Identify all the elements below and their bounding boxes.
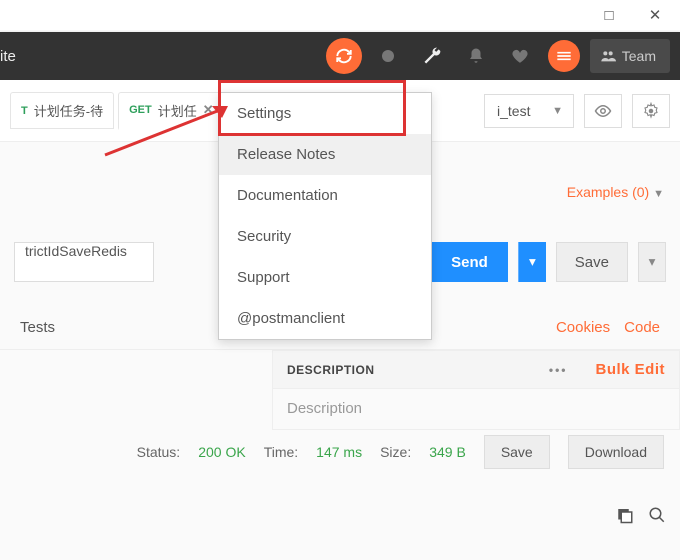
method-badge: GET xyxy=(129,104,152,116)
menu-item-security[interactable]: Security xyxy=(219,216,431,257)
save-dropdown[interactable]: ▾ xyxy=(638,242,666,282)
tab-label: 计划任 xyxy=(158,101,197,120)
examples-link[interactable]: Examples (0) ▼ xyxy=(567,184,664,200)
wrench-menu: Settings Release Notes Documentation Sec… xyxy=(218,92,432,340)
satellite-icon[interactable] xyxy=(370,38,406,74)
environment-preview-icon[interactable] xyxy=(584,94,622,128)
request-tab[interactable]: GET 计划任 ✕ xyxy=(118,92,225,130)
status-label: Status: xyxy=(137,444,181,460)
save-button[interactable]: Save xyxy=(556,242,628,282)
team-label: Team xyxy=(622,48,656,64)
menu-item-support[interactable]: Support xyxy=(219,257,431,298)
response-status-row: Status: 200 OK Time: 147 ms Size: 349 B … xyxy=(0,430,680,474)
menu-item-twitter[interactable]: @postmanclient xyxy=(219,298,431,339)
chevron-down-icon: ▼ xyxy=(653,188,664,200)
time-label: Time: xyxy=(264,444,298,460)
team-button[interactable]: Team xyxy=(590,39,670,73)
environment-value: i_test xyxy=(497,103,530,119)
environment-settings-icon[interactable] xyxy=(632,94,670,128)
menu-item-documentation[interactable]: Documentation xyxy=(219,175,431,216)
request-url-input[interactable]: trictIdSaveRedis xyxy=(14,242,154,282)
code-link[interactable]: Code xyxy=(624,319,660,336)
search-icon[interactable] xyxy=(648,506,666,524)
wrench-icon[interactable] xyxy=(414,38,450,74)
bell-icon[interactable] xyxy=(458,38,494,74)
menu-item-settings[interactable]: Settings xyxy=(219,93,431,134)
response-download-button[interactable]: Download xyxy=(568,435,664,469)
close-icon[interactable]: ✕ xyxy=(203,102,214,118)
invite-button[interactable]: ite xyxy=(0,32,30,80)
heart-icon[interactable] xyxy=(502,38,538,74)
chevron-down-icon: ▼ xyxy=(552,105,563,117)
response-save-button[interactable]: Save xyxy=(484,435,550,469)
size-label: Size: xyxy=(380,444,411,460)
sync-icon[interactable] xyxy=(326,38,362,74)
environment-select[interactable]: i_test ▼ xyxy=(484,94,574,128)
method-badge: T xyxy=(21,105,28,117)
window-close-icon[interactable]: ✕ xyxy=(646,6,664,24)
send-button[interactable]: Send xyxy=(431,242,508,282)
description-input[interactable]: Description xyxy=(272,388,680,430)
more-icon[interactable]: ••• xyxy=(549,363,568,377)
size-value: 349 B xyxy=(429,444,466,460)
tab-label: 计划任务-待 xyxy=(34,101,103,120)
description-column-header: DESCRIPTION ••• Bulk Edit xyxy=(272,350,680,389)
request-tab[interactable]: T 计划任务-待 xyxy=(10,92,114,129)
bulk-edit-link[interactable]: Bulk Edit xyxy=(595,361,665,378)
send-dropdown[interactable]: ▾ xyxy=(518,242,546,282)
menu-item-release-notes[interactable]: Release Notes xyxy=(219,134,431,175)
tab-tests[interactable]: Tests xyxy=(20,319,55,336)
cookies-link[interactable]: Cookies xyxy=(556,319,610,336)
window-maximize-icon[interactable]: □ xyxy=(600,7,618,24)
avatar[interactable] xyxy=(548,40,580,72)
topbar: ite Team xyxy=(0,32,680,80)
time-value: 147 ms xyxy=(316,444,362,460)
status-value: 200 OK xyxy=(198,444,245,460)
two-pane-icon[interactable] xyxy=(616,506,634,524)
